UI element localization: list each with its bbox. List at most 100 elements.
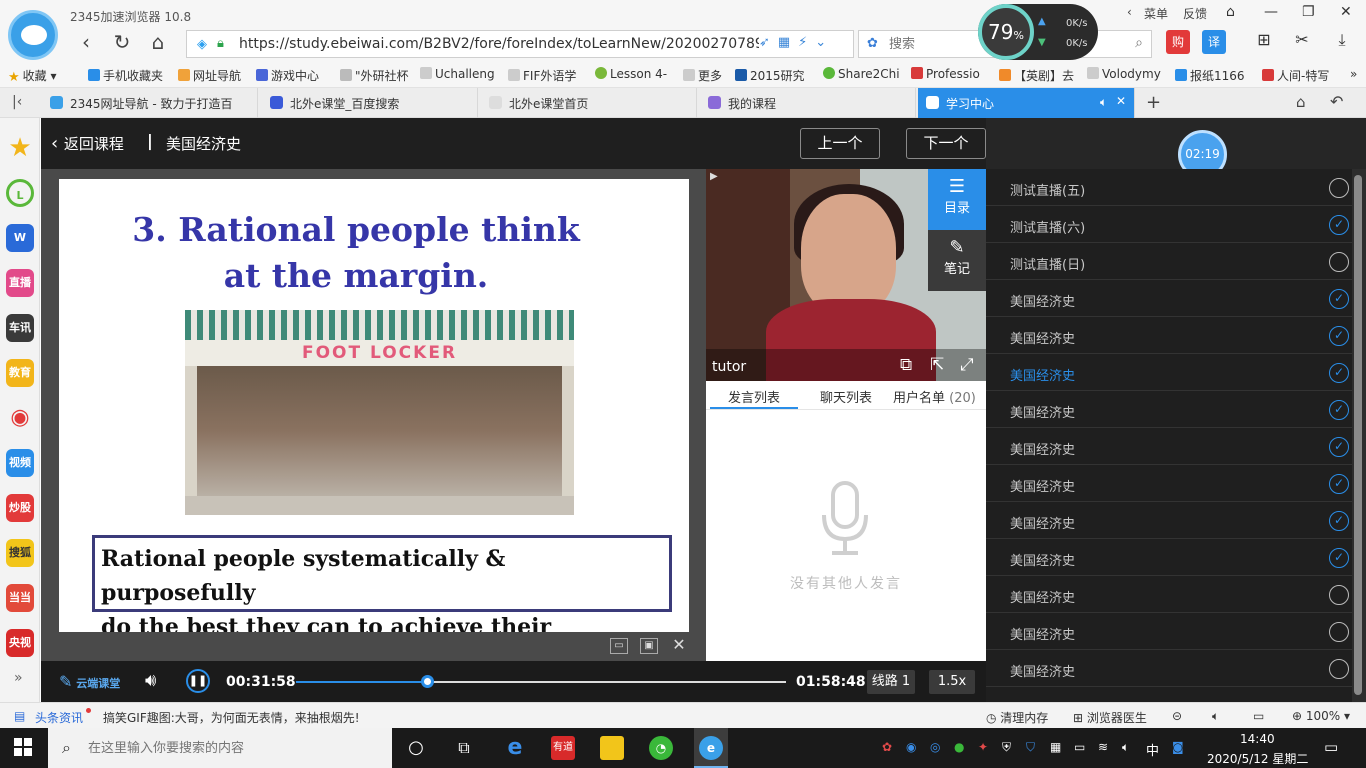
tray-wechat-icon[interactable]: ● <box>954 740 964 754</box>
file-explorer-icon[interactable] <box>600 736 624 760</box>
clock-icon[interactable]: L <box>6 179 34 207</box>
catalog-button[interactable]: ☰ 目录 <box>928 169 986 230</box>
playback-speed-button[interactable]: 1.5x <box>929 670 975 694</box>
lesson-item[interactable]: 测试直播(六) ✓ <box>986 206 1352 243</box>
popout-icon[interactable]: ⇱ <box>930 355 944 375</box>
cortana-icon[interactable]: ○ <box>404 736 428 760</box>
image-icon[interactable]: ▭ <box>610 638 628 654</box>
bookmark-item[interactable]: Share2Chi <box>823 67 900 81</box>
url-text[interactable]: https://study.ebeiwai.com/B2BV2/fore/for… <box>239 36 759 52</box>
taskbar-search[interactable]: ⌕ <box>48 728 392 768</box>
fullscreen-icon[interactable]: ⤢ <box>960 355 974 375</box>
lesson-item[interactable]: 美国经济史 ✓ <box>986 539 1352 576</box>
bookmark-item[interactable]: 2015研究 <box>735 67 805 84</box>
feedback-button[interactable]: 反馈 <box>1183 5 1207 22</box>
volume-icon[interactable]: 🔊︎ <box>145 670 156 691</box>
task-view-icon[interactable]: ⧉ <box>452 736 476 760</box>
wifi-icon[interactable]: ≋ <box>1098 740 1108 754</box>
collapse-arrow-icon[interactable]: ▶ <box>710 171 718 182</box>
bookmark-item[interactable]: "外研社杯 <box>340 67 409 84</box>
lesson-item[interactable]: 美国经济史 <box>986 576 1352 613</box>
windows-start-icon[interactable] <box>14 738 32 756</box>
next-button[interactable]: 下一个 <box>906 128 986 159</box>
scrollbar[interactable] <box>1352 169 1366 702</box>
browser-taskbar-item[interactable]: e <box>694 728 728 768</box>
sidebar-education[interactable]: 教育 <box>6 359 34 387</box>
line-select-button[interactable]: 线路 1 <box>867 670 915 694</box>
proxy-icon[interactable]: ⊝ <box>1172 709 1182 723</box>
lesson-item[interactable]: 美国经济史 ✓ <box>986 502 1352 539</box>
maximize-button[interactable]: ❐ <box>1302 4 1315 20</box>
shop-icon[interactable]: 购 <box>1166 30 1190 54</box>
bookmark-item[interactable]: 网址导航 <box>178 67 241 84</box>
notification-icon[interactable]: ▭ <box>1324 738 1338 756</box>
bookmark-item[interactable]: 手机收藏夹 <box>88 67 163 84</box>
clean-memory-button[interactable]: ◷ 清理内存 <box>986 709 1048 726</box>
new-tab-icon[interactable]: + <box>1146 92 1161 113</box>
taskbar-search-input[interactable] <box>88 739 378 757</box>
sidebar-car[interactable]: 车讯 <box>6 314 34 342</box>
close-button[interactable]: ✕ <box>1340 4 1352 20</box>
expand-sidebar-icon[interactable]: » <box>14 670 23 686</box>
bookmark-item[interactable]: 报纸1166 <box>1175 67 1245 84</box>
sidebar-stocks[interactable]: 炒股 <box>6 494 34 522</box>
star-icon[interactable]: ★ <box>6 134 34 162</box>
apps-icon[interactable]: ⊞ <box>1252 30 1276 54</box>
clock-date[interactable]: 2020/5/12 星期二 <box>1207 750 1308 767</box>
bookmark-item[interactable]: Uchalleng <box>420 67 495 81</box>
tab-chat[interactable]: 聊天列表 <box>820 387 872 406</box>
tab-users[interactable]: 用户名单 (20) <box>893 387 976 406</box>
tab-beiwai-home[interactable]: 北外e课堂首页 <box>481 88 697 118</box>
tab-baidu[interactable]: 北外e课堂_百度搜索 <box>262 88 478 118</box>
translate-icon[interactable]: 译 <box>1202 30 1226 54</box>
zoom-control[interactable]: ⊕ 100% ▾ <box>1292 709 1350 723</box>
speaker-icon[interactable]: 🔈︎ <box>1100 95 1107 110</box>
lesson-item[interactable]: 美国经济史 ✓ <box>986 280 1352 317</box>
tray-app-icon[interactable]: ✦ <box>978 740 988 754</box>
ime-indicator[interactable]: 中 <box>1146 740 1159 759</box>
mute-icon[interactable]: 🔈︎ <box>1212 709 1219 724</box>
undo-icon[interactable]: ↶ <box>1330 92 1343 111</box>
home-icon[interactable]: ⌂ <box>146 30 170 54</box>
bookmark-item[interactable]: Lesson 4- <box>595 67 667 81</box>
lesson-item[interactable]: 美国经济史 ✓ <box>986 428 1352 465</box>
lesson-item[interactable]: 美国经济史 ✓ <box>986 391 1352 428</box>
lesson-item[interactable]: 测试直播(五) <box>986 169 1352 206</box>
minimize-button[interactable]: — <box>1264 4 1278 20</box>
bookmark-item[interactable]: Volodymy <box>1087 67 1161 81</box>
switch-view-icon[interactable]: ⧉ <box>900 355 912 375</box>
bookmark-item[interactable]: FIF外语学 <box>508 67 576 84</box>
browser-doctor-button[interactable]: ⊞ 浏览器医生 <box>1073 709 1147 726</box>
tray-flower-icon[interactable]: ✿ <box>882 740 892 754</box>
tray-ie-icon[interactable]: ◎ <box>930 740 940 754</box>
news-label[interactable]: 头条资讯 <box>35 709 83 726</box>
notes-button[interactable]: ✎ 笔记 <box>928 230 986 291</box>
lesson-item[interactable]: 美国经济史 ✓ <box>986 317 1352 354</box>
word-icon[interactable]: W <box>6 224 34 252</box>
bookmark-item[interactable]: 人间-特写 <box>1262 67 1329 84</box>
news-headline[interactable]: 搞笑GIF趣图:大哥，为何面无表情，来抽根烟先! <box>103 709 360 726</box>
sidebar-video[interactable]: 视频 <box>6 449 34 477</box>
clock-time[interactable]: 14:40 <box>1240 732 1275 746</box>
lesson-item[interactable]: 美国经济史 <box>986 650 1352 687</box>
close-icon[interactable]: ✕ <box>670 637 688 654</box>
tray-shield-icon[interactable]: ⛉ <box>1026 740 1035 755</box>
progress-knob[interactable] <box>421 675 434 688</box>
sidebar-dangdang[interactable]: 当当 <box>6 584 34 612</box>
skin-icon[interactable]: ⌂ <box>1226 4 1235 20</box>
screen-icon[interactable]: ▭ <box>1253 709 1264 723</box>
sidebar-live[interactable]: 直播 <box>6 269 34 297</box>
bag-icon[interactable]: ⌂ <box>1296 93 1306 111</box>
pause-button[interactable]: ❚❚ <box>186 669 210 693</box>
scroll-thumb[interactable] <box>1354 175 1362 695</box>
wechat-icon[interactable]: ◔ <box>649 736 673 760</box>
tray-device-icon[interactable]: ▭ <box>1074 740 1085 754</box>
prev-button[interactable]: 上一个 <box>800 128 880 159</box>
network-speed-widget[interactable]: 79% 0K/s 0K/s ▲ ▼ <box>978 4 1098 60</box>
menu-button[interactable]: 菜单 <box>1144 5 1168 22</box>
volume-tray-icon[interactable]: 🔈︎ <box>1122 740 1129 755</box>
download-icon[interactable]: ⤓ <box>1330 30 1354 54</box>
sidebar-toggle-icon[interactable]: |‹ <box>12 94 22 110</box>
lesson-item[interactable]: 美国经济史 ✓ <box>986 465 1352 502</box>
youdao-icon[interactable]: 有道 <box>551 736 575 760</box>
